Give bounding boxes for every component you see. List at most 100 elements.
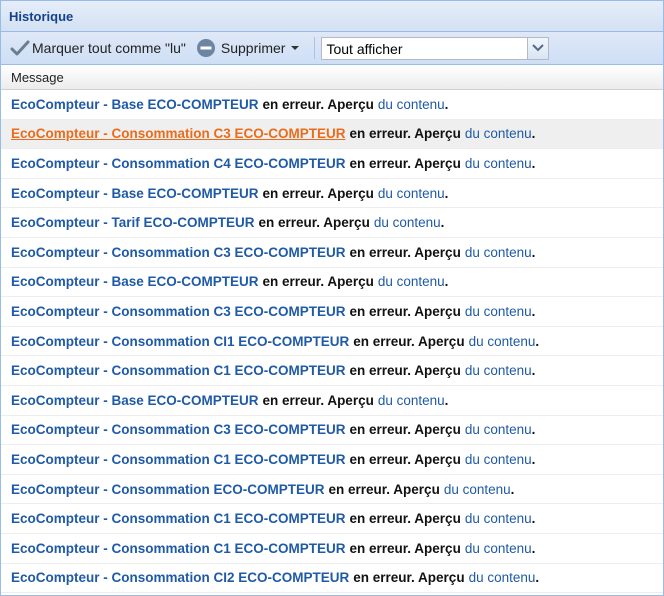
status-text: en erreur. Aperçu [349,422,461,438]
message-row[interactable]: EcoCompteur - Consommation C1 ECO-COMPTE… [1,534,663,564]
message-row[interactable]: EcoCompteur - Consommation C3 ECO-COMPTE… [1,416,663,446]
content-link[interactable]: du contenu [378,97,445,112]
source-link[interactable]: EcoCompteur - Consommation C3 ECO-COMPTE… [11,422,346,437]
chevron-down-icon[interactable] [527,37,549,59]
period: . [531,126,536,142]
source-link[interactable]: EcoCompteur - Consommation ECO-COMPTEUR [11,482,325,497]
message-row[interactable]: EcoCompteur - Consommation C3 ECO-COMPTE… [1,297,663,327]
message-row[interactable]: EcoCompteur - Consommation C1 ECO-COMPTE… [1,445,663,475]
period: . [531,451,536,467]
status-text: en erreur. Aperçu [349,540,461,556]
toolbar: Marquer tout comme "lu" Supprimer Tout a… [1,32,663,65]
message-list: EcoCompteur - Base ECO-COMPTEUR en erreu… [1,90,663,594]
content-link[interactable]: du contenu [469,334,536,349]
content-link[interactable]: du contenu [465,422,532,437]
period: . [535,333,540,349]
delete-label: Supprimer [220,40,286,56]
content-link[interactable]: du contenu [374,215,441,230]
column-header-message[interactable]: Message [1,65,663,90]
period: . [444,185,449,201]
source-link[interactable]: EcoCompteur - Base ECO-COMPTEUR [11,274,259,289]
content-link[interactable]: du contenu [444,482,511,497]
content-link[interactable]: du contenu [469,570,536,585]
content-link[interactable]: du contenu [465,541,532,556]
message-row[interactable]: EcoCompteur - Consommation C3 ECO-COMPTE… [1,238,663,268]
source-link[interactable]: EcoCompteur - Base ECO-COMPTEUR [11,97,259,112]
status-text: en erreur. Aperçu [262,96,374,112]
source-link[interactable]: EcoCompteur - Base ECO-COMPTEUR [11,186,259,201]
historique-panel: Historique Marquer tout comme "lu" Suppr… [0,0,664,596]
mark-all-read-button[interactable]: Marquer tout comme "lu" [7,36,189,60]
message-row[interactable]: EcoCompteur - Base ECO-COMPTEUR en erreu… [1,268,663,298]
source-link[interactable]: EcoCompteur - Tarif ECO-COMPTEUR [11,215,255,230]
message-row[interactable]: EcoCompteur - Consommation C3 ECO-COMPTE… [1,119,663,150]
source-link[interactable]: EcoCompteur - Consommation C3 ECO-COMPTE… [11,304,346,319]
source-link[interactable]: EcoCompteur - Consommation C3 ECO-COMPTE… [11,245,346,260]
status-text: en erreur. Aperçu [353,333,465,349]
filter-select[interactable]: Tout afficher [321,36,550,60]
period: . [440,215,445,231]
status-text: en erreur. Aperçu [349,451,461,467]
message-row[interactable]: EcoCompteur - Consommation CI1 ECO-COMPT… [1,327,663,357]
filter-value[interactable]: Tout afficher [322,38,527,59]
status-text: en erreur. Aperçu [353,570,465,586]
source-link[interactable]: EcoCompteur - Consommation CI2 ECO-COMPT… [11,570,349,585]
message-row[interactable]: EcoCompteur - Consommation CI2 ECO-COMPT… [1,564,663,594]
content-link[interactable]: du contenu [465,156,532,171]
status-text: en erreur. Aperçu [349,363,461,379]
source-link[interactable]: EcoCompteur - Consommation C3 ECO-COMPTE… [11,126,346,141]
period: . [531,540,536,556]
content-link[interactable]: du contenu [465,304,532,319]
source-link[interactable]: EcoCompteur - Consommation C1 ECO-COMPTE… [11,511,346,526]
check-icon [10,39,30,57]
toolbar-separator [314,37,316,59]
panel-header: Historique [1,1,663,32]
period: . [444,274,449,290]
panel-title: Historique [9,9,74,24]
source-link[interactable]: EcoCompteur - Consommation C1 ECO-COMPTE… [11,541,346,556]
content-link[interactable]: du contenu [378,186,445,201]
period: . [510,481,515,497]
source-link[interactable]: EcoCompteur - Consommation C1 ECO-COMPTE… [11,363,346,378]
message-row[interactable]: EcoCompteur - Consommation ECO-COMPTEUR … [1,475,663,505]
source-link[interactable]: EcoCompteur - Base ECO-COMPTEUR [11,393,259,408]
period: . [531,422,536,438]
content-link[interactable]: du contenu [378,393,445,408]
status-text: en erreur. Aperçu [349,155,461,171]
message-row[interactable]: EcoCompteur - Base ECO-COMPTEUR en erreu… [1,90,663,120]
content-link[interactable]: du contenu [465,511,532,526]
message-row[interactable]: EcoCompteur - Base ECO-COMPTEUR en erreu… [1,386,663,416]
message-row[interactable]: EcoCompteur - Consommation C1 ECO-COMPTE… [1,504,663,534]
status-text: en erreur. Aperçu [262,185,374,201]
message-row[interactable]: EcoCompteur - Base ECO-COMPTEUR en erreu… [1,179,663,209]
content-link[interactable]: du contenu [465,245,532,260]
period: . [444,96,449,112]
message-row[interactable]: EcoCompteur - Consommation C4 ECO-COMPTE… [1,149,663,179]
period: . [531,511,536,527]
source-link[interactable]: EcoCompteur - Consommation C1 ECO-COMPTE… [11,452,346,467]
message-row[interactable]: EcoCompteur - Consommation C1 ECO-COMPTE… [1,356,663,386]
period: . [531,155,536,171]
mark-all-read-label: Marquer tout comme "lu" [32,40,186,56]
minus-circle-icon [196,38,216,58]
status-text: en erreur. Aperçu [349,126,461,142]
source-link[interactable]: EcoCompteur - Consommation C4 ECO-COMPTE… [11,156,346,171]
content-link[interactable]: du contenu [465,452,532,467]
content-link[interactable]: du contenu [465,126,532,141]
status-text: en erreur. Aperçu [262,274,374,290]
status-text: en erreur. Aperçu [258,215,370,231]
period: . [535,570,540,586]
source-link[interactable]: EcoCompteur - Consommation CI1 ECO-COMPT… [11,334,349,349]
delete-button[interactable]: Supprimer [193,36,313,60]
content-link[interactable]: du contenu [378,274,445,289]
status-text: en erreur. Aperçu [349,244,461,260]
period: . [531,363,536,379]
arrow-down-icon[interactable] [291,45,300,51]
period: . [531,303,536,319]
message-row[interactable]: EcoCompteur - Tarif ECO-COMPTEUR en erre… [1,208,663,238]
content-link[interactable]: du contenu [465,363,532,378]
status-text: en erreur. Aperçu [262,392,374,408]
status-text: en erreur. Aperçu [349,303,461,319]
status-text: en erreur. Aperçu [328,481,440,497]
period: . [444,392,449,408]
